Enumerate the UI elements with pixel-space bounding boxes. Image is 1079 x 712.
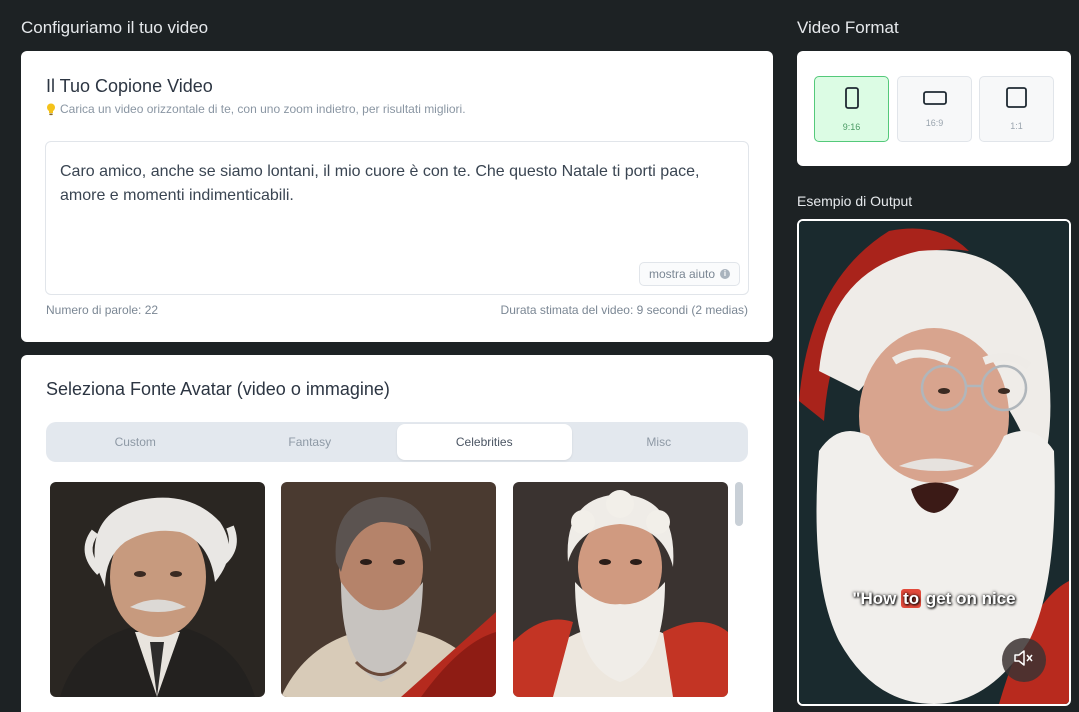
estimated-duration: Durata stimata del video: 9 secondi (2 m… [500,303,748,317]
avatar-option[interactable] [513,482,728,697]
format-label: 1:1 [1010,121,1023,131]
square-icon [1006,87,1027,113]
lightbulb-icon [46,103,56,116]
output-caption: "How to get on nice [799,589,1069,609]
caption-prefix: "How [852,589,902,608]
avatar-source-card: Seleziona Fonte Avatar (video o immagine… [21,355,773,712]
output-example-video[interactable]: "How to get on nice [797,219,1071,706]
page-heading: Configuriamo il tuo video [21,18,209,37]
script-tip-text: Carica un video orizzontale di te, con u… [60,102,466,116]
caption-suffix: get on nice [921,589,1016,608]
format-option-16-9[interactable]: 16:9 [897,76,972,142]
santa-video-frame [799,221,1069,704]
video-format-card: 9:16 16:9 1:1 [797,51,1071,166]
format-option-1-1[interactable]: 1:1 [979,76,1054,142]
avatar-option[interactable] [50,482,265,697]
video-format-heading: Video Format [797,18,899,37]
avatar-tabs: Custom Fantasy Celebrities Misc [46,422,748,462]
caption-highlight: to [901,589,922,608]
script-textarea[interactable]: Caro amico, anche se siamo lontani, il m… [45,141,749,295]
script-card: Il Tuo Copione Video Carica un video ori… [21,51,773,342]
format-label: 16:9 [925,117,944,128]
script-text[interactable]: Caro amico, anche se siamo lontani, il m… [60,160,730,208]
avatar-title: Seleziona Fonte Avatar (video o immagine… [46,379,390,399]
word-count: Numero di parole: 22 [46,303,159,317]
script-title: Il Tuo Copione Video [46,76,213,96]
avatar-option[interactable] [281,482,496,697]
mute-button[interactable] [1002,638,1046,682]
tab-celebrities[interactable]: Celebrities [397,424,572,460]
tab-custom[interactable]: Custom [48,424,223,460]
tab-misc[interactable]: Misc [572,424,747,460]
landscape-icon [922,90,947,110]
portrait-icon [844,86,859,114]
format-option-9-16[interactable]: 9:16 [814,76,889,142]
output-example-heading: Esempio di Output [797,193,913,209]
speaker-muted-icon [1014,649,1034,671]
info-icon: i [720,269,730,279]
tab-fantasy[interactable]: Fantasy [223,424,398,460]
show-help-button[interactable]: mostra aiuto i [638,262,740,286]
script-tip: Carica un video orizzontale di te, con u… [46,102,466,116]
avatar-list-scrollbar[interactable] [735,482,743,526]
show-help-label: mostra aiuto [648,267,715,281]
format-label: 9:16 [842,121,861,132]
